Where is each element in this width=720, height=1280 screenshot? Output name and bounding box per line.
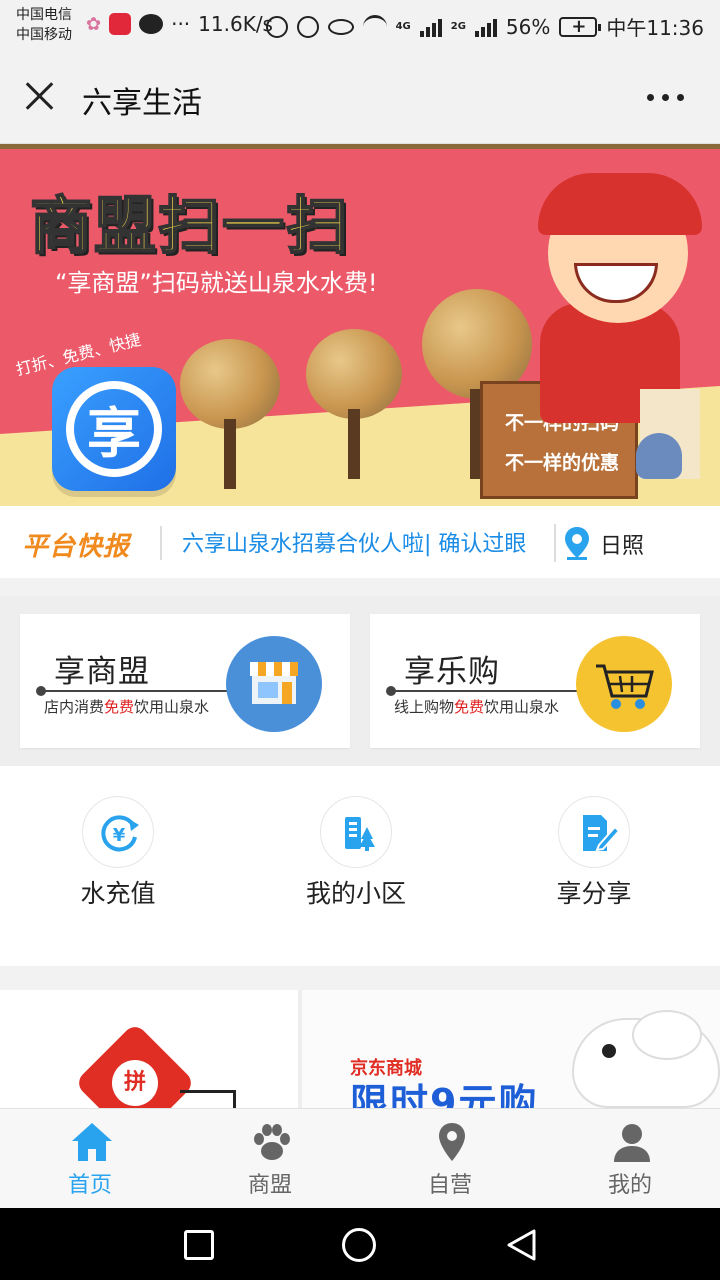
tab-ziying[interactable]: 自营 [360,1109,540,1209]
quick-label: 我的小区 [305,879,406,908]
card-underline [36,686,234,696]
net-speed: 11.6K/s [198,12,273,36]
yen-refresh-icon: ¥ [82,796,154,868]
data-saver-icon [265,15,288,38]
battery-icon: + [559,16,602,37]
tab-label: 商盟 [247,1173,292,1198]
pinduoduo-glyph: 拼 [112,1060,158,1106]
close-icon[interactable] [24,80,56,112]
tab-label: 自营 [427,1173,472,1198]
tab-label: 首页 [67,1173,112,1198]
chat-bubble-icon [139,14,164,34]
card-title: 享商盟 [54,654,150,690]
carriers: 中国电信 中国移动 [16,5,72,45]
alarm-icon [296,15,319,38]
system-nav-bar [0,1208,720,1280]
location-label[interactable]: 日照 [600,528,644,560]
ticker-headline[interactable]: 六享山泉水招募合伙人啦| 确认过眼 [182,526,554,558]
tab-mine[interactable]: 我的 [540,1109,720,1209]
page-title: 六享生活 [82,86,202,121]
signal-bars-2-icon [474,17,497,37]
more-dots: ··· [171,12,191,36]
quick-share[interactable]: 享分享 [514,796,674,936]
jd-mascot-eye [602,1044,616,1058]
signal-bars-1-icon [419,17,442,37]
highlight-free: 免费 [454,698,485,716]
bottom-tab-bar: 首页 商盟 自营 我的 [0,1108,720,1208]
paw-icon [254,1124,290,1160]
mascot-hat [538,173,702,235]
home-icon [72,1123,112,1161]
mascot-pants [636,433,682,479]
quick-my-community[interactable]: 我的小区 [276,796,436,936]
tab-home[interactable]: 首页 [0,1109,180,1209]
clock: 中午11:36 [606,16,704,40]
status-left-icons: ✿ ··· 11.6K/s [86,12,273,36]
more-menu-icon[interactable] [647,94,684,101]
signal-type-4g: 4G [395,20,411,32]
ticker-logo: 平台快报 [22,532,131,562]
carrier-1: 中国电信 [16,7,72,23]
screen: 中国电信 中国移动 ✿ ··· 11.6K/s 4G 2G 56% + 中午11… [0,0,720,1280]
card-description: 线上购物免费饮用山泉水 [394,698,560,716]
card-underline [386,686,584,696]
app-nav-bar: 六享生活 [0,52,720,144]
banner-title: 商盟扫一扫 [29,188,351,263]
building-tree-icon [320,796,392,868]
banner-subtitle: “享商盟”扫码就送山泉水水费! [55,269,378,297]
jd-mascot-ear [632,1010,702,1060]
promo-banner[interactable]: 商盟扫一扫 “享商盟”扫码就送山泉水水费! 打折、免费、快捷 享 不一样的扫码 … [0,144,720,506]
location-pin-icon[interactable] [564,526,590,560]
jd-promo[interactable]: 京东商城 限时9元购 [302,990,720,1108]
jd-slogan: 限时9元购 [350,1081,539,1108]
divider [554,524,556,562]
crate-line-2: 不一样的优惠 [504,452,619,474]
card-xiang-shangmeng[interactable]: 享商盟 店内消费免费饮用山泉水 [20,614,350,748]
edit-document-icon [558,796,630,868]
tab-shangmeng[interactable]: 商盟 [180,1109,360,1209]
card-description: 店内消费免费饮用山泉水 [44,698,210,716]
promo-strip: 拼 京东商城 限时9元购 [0,990,720,1108]
highlight-free: 免费 [104,698,135,716]
xiang-app-icon: 享 [52,367,176,491]
card-title: 享乐购 [404,654,500,690]
tab-label: 我的 [607,1173,652,1198]
battery-percent: 56% [505,14,551,39]
quick-water-recharge[interactable]: ¥ 水充值 [38,796,198,936]
flower-icon: ✿ [86,13,102,35]
divider [160,526,162,560]
carrier-2: 中国移动 [16,27,72,43]
feature-cards: 享商盟 店内消费免费饮用山泉水 享乐购 线上购物免费饮用山泉水 [0,596,720,766]
svg-text:¥: ¥ [113,825,126,846]
home-button-icon[interactable] [342,1228,376,1262]
signal-type-2g: 2G [450,20,466,32]
card-xiang-legou[interactable]: 享乐购 线上购物免费饮用山泉水 [370,614,700,748]
pinduoduo-promo[interactable]: 拼 [0,990,298,1108]
eye-icon [327,18,354,35]
storefront-icon [226,636,322,732]
app-icon-glyph: 享 [87,402,141,465]
quick-entries: ¥ 水充值 我的小区 享分享 [0,766,720,966]
quick-label: 水充值 [80,879,156,908]
back-icon[interactable] [504,1228,538,1262]
status-bar: 中国电信 中国移动 ✿ ··· 11.6K/s 4G 2G 56% + 中午11… [0,0,720,52]
shopping-cart-icon [576,636,672,732]
location-pin-icon [439,1123,465,1161]
user-icon [614,1124,650,1162]
recent-apps-icon[interactable] [184,1230,214,1260]
news-ticker: 平台快报 六享山泉水招募合伙人啦| 确认过眼 日照 [0,506,720,578]
huawei-app-icon [109,13,132,35]
wifi-icon [362,14,387,39]
status-right-icons: 4G 2G 56% + 中午11:36 [265,12,704,41]
quick-label: 享分享 [556,879,632,908]
decor-frame [180,1090,236,1108]
